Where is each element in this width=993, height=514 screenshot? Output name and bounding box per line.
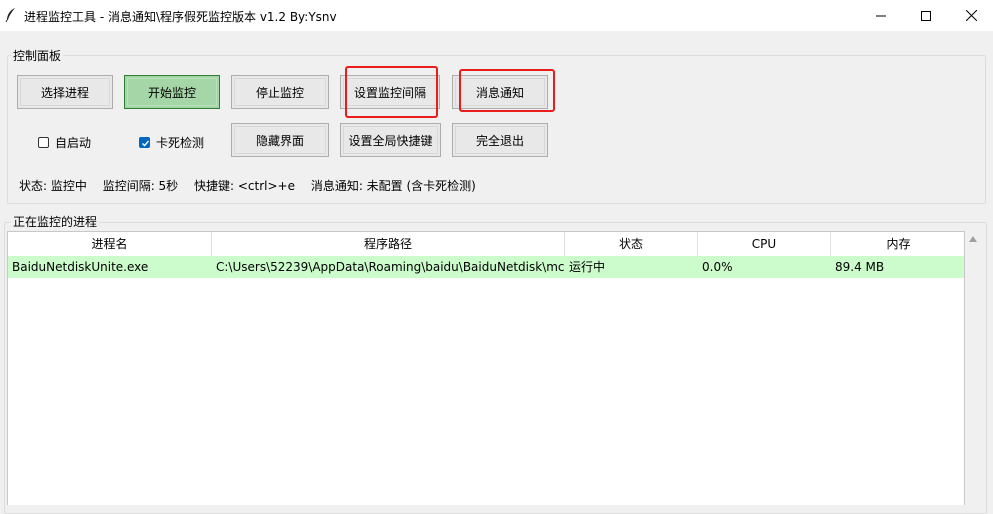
maximize-icon [921,10,931,21]
autostart-checkbox-box[interactable] [38,137,49,148]
title-bar: 进程监控工具 - 消息通知\程序假死监控版本 v1.2 By:Ysnv [0,0,993,31]
status-notify: 消息通知: 未配置 (含卡死检测) [310,179,476,193]
cell-name: BaiduNetdiskUnite.exe [12,260,149,274]
quit-button[interactable]: 完全退出 [452,123,548,157]
cell-cpu: 0.0% [702,260,733,274]
status-state: 状态: 监控中 [19,179,87,193]
cell-path: C:\Users\52239\AppData\Roaming\baidu\Bai… [216,260,565,274]
stop-monitor-button[interactable]: 停止监控 [231,75,329,109]
maximize-button[interactable] [903,0,949,31]
notifications-button[interactable]: 消息通知 [452,75,548,109]
cell-memory: 89.4 MB [835,260,885,274]
process-table[interactable]: 进程名 程序路径 状态 CPU 内存 BaiduNetdiskUnite.exe… [7,231,965,505]
cell-status: 运行中 [569,260,606,274]
minimize-icon [876,15,886,16]
hang-detect-checkbox-box[interactable] [139,137,150,148]
table-header: 进程名 程序路径 状态 CPU 内存 [8,232,964,257]
hide-ui-button[interactable]: 隐藏界面 [231,123,329,157]
column-header-name[interactable]: 进程名 [8,232,212,256]
start-monitor-button[interactable]: 开始监控 [124,75,220,109]
close-button[interactable] [948,0,993,31]
status-hotkey: 快捷键: <ctrl>+e [194,179,295,193]
hang-detect-checkbox[interactable]: 卡死检测 [139,134,204,151]
window-title: 进程监控工具 - 消息通知\程序假死监控版本 v1.2 By:Ysnv [24,10,337,24]
status-bar: 状态: 监控中 监控间隔: 5秒 快捷键: <ctrl>+e 消息通知: 未配置… [19,177,488,194]
control-panel-label: 控制面板 [11,47,64,64]
minimize-button[interactable] [858,0,904,31]
autostart-checkbox[interactable]: 自启动 [38,134,91,151]
select-process-button[interactable]: 选择进程 [17,75,113,109]
set-interval-button[interactable]: 设置监控间隔 [340,75,440,109]
column-header-status[interactable]: 状态 [565,232,698,256]
set-hotkey-button[interactable]: 设置全局快捷键 [340,123,441,157]
column-header-path[interactable]: 程序路径 [212,232,565,256]
feather-icon [5,8,15,23]
column-header-cpu[interactable]: CPU [698,232,831,256]
table-row[interactable]: BaiduNetdiskUnite.exe C:\Users\52239\App… [8,256,964,278]
checkmark-icon [142,140,150,147]
process-list-label: 正在监控的进程 [11,213,100,230]
vertical-scrollbar[interactable] [965,231,982,505]
status-interval: 监控间隔: 5秒 [102,179,179,193]
close-icon [965,10,977,21]
scroll-up-arrow-icon[interactable] [969,236,977,242]
column-header-memory[interactable]: 内存 [831,232,964,256]
